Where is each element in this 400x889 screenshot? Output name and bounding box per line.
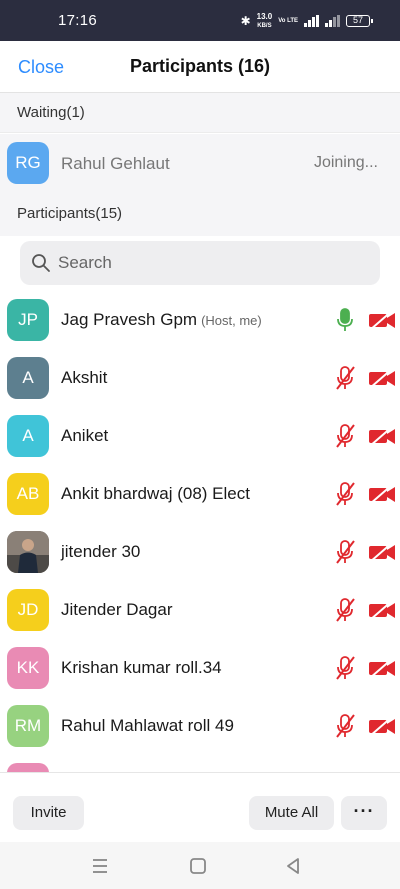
waiting-row[interactable]: RG Rahul Gehlaut Joining... (0, 134, 400, 192)
header: Close Participants (16) (0, 41, 400, 93)
back-icon[interactable] (281, 854, 305, 878)
video-off-icon[interactable] (367, 424, 397, 448)
video-off-icon[interactable] (367, 540, 397, 564)
participant-row[interactable] (0, 758, 400, 772)
avatar: JD (7, 589, 49, 631)
mic-muted-icon[interactable] (333, 597, 357, 623)
signal-icon-2 (325, 15, 340, 27)
video-off-icon[interactable] (367, 598, 397, 622)
bottom-action-bar: Invite Mute All ··· (0, 772, 400, 842)
video-off-icon[interactable] (367, 482, 397, 506)
participant-row[interactable]: RM Rahul Mahlawat roll 49 (0, 700, 400, 758)
participant-row[interactable]: JD Jitender Dagar (0, 584, 400, 642)
participant-name: Jitender Dagar (61, 600, 173, 619)
participant-row[interactable]: AB Ankit bhardwaj (08) Elect (0, 468, 400, 526)
page-title: Participants (16) (129, 56, 271, 76)
mic-muted-icon[interactable] (333, 365, 357, 391)
mic-muted-icon[interactable] (333, 655, 357, 681)
status-bar: 17:16 ✱ 13.0 KB/S Vo LTE 57 (0, 0, 400, 41)
avatar: RM (7, 705, 49, 747)
avatar (7, 763, 49, 772)
menu-icon[interactable] (88, 854, 112, 878)
participant-row[interactable]: A Aniket (0, 410, 400, 468)
video-off-icon[interactable] (367, 308, 397, 332)
battery-icon: 57 (346, 15, 373, 27)
video-off-icon[interactable] (367, 714, 397, 738)
participant-name: Aniket (61, 426, 109, 445)
waiting-name: Rahul Gehlaut (61, 154, 170, 173)
invite-button[interactable]: Invite (13, 796, 84, 830)
bluetooth-icon: ✱ (240, 14, 251, 28)
participant-row[interactable]: A Akshit (0, 352, 400, 410)
search-box[interactable] (20, 241, 380, 285)
participant-name: jitender 30 (61, 542, 141, 561)
participant-name: Ankit bhardwaj (08) Elect (61, 484, 250, 503)
signal-icon (304, 15, 319, 27)
avatar: JP (7, 299, 49, 341)
video-off-icon[interactable] (367, 656, 397, 680)
search-input[interactable] (58, 241, 358, 285)
system-nav-bar (0, 842, 400, 889)
avatar: KK (7, 647, 49, 689)
participant-name: Krishan kumar roll.34 (61, 658, 222, 677)
mic-muted-icon[interactable] (333, 539, 357, 565)
search-icon (32, 254, 50, 272)
volte-label: Vo LTE (278, 17, 298, 24)
mic-muted-icon[interactable] (333, 713, 357, 739)
joining-status: Joining... (313, 154, 378, 171)
avatar: RG (7, 142, 49, 184)
net-speed: 13.0 KB/S (256, 11, 273, 29)
video-off-icon[interactable] (367, 366, 397, 390)
search-area (0, 236, 400, 294)
status-time: 17:16 (58, 12, 98, 29)
mic-muted-icon[interactable] (333, 423, 357, 449)
participant-list: JP Jag Pravesh Gpm (Host, me) A Akshit A Anike… (0, 294, 400, 772)
participant-name: Jag Pravesh Gpm (Host, me) (61, 310, 262, 329)
home-icon[interactable] (186, 854, 210, 878)
mic-on-icon[interactable] (333, 307, 357, 333)
host-tag: (Host, me) (201, 313, 262, 328)
waiting-section-label: Waiting(1) (0, 93, 400, 133)
mute-all-button[interactable]: Mute All (249, 796, 334, 830)
avatar: A (7, 415, 49, 457)
participant-row[interactable]: JP Jag Pravesh Gpm (Host, me) (0, 294, 400, 352)
participant-name: Akshit (61, 368, 108, 387)
participant-row[interactable]: KK Krishan kumar roll.34 (0, 642, 400, 700)
participants-section-label: Participants(15) (0, 192, 400, 236)
participant-name: Rahul Mahlawat roll 49 (61, 716, 234, 735)
avatar: AB (7, 473, 49, 515)
status-icons: ✱ 13.0 KB/S Vo LTE 57 (240, 11, 373, 31)
mic-muted-icon[interactable] (333, 481, 357, 507)
more-options-button[interactable]: ··· (341, 796, 387, 830)
participant-row[interactable]: jitender 30 (0, 526, 400, 584)
avatar (7, 531, 49, 573)
avatar: A (7, 357, 49, 399)
